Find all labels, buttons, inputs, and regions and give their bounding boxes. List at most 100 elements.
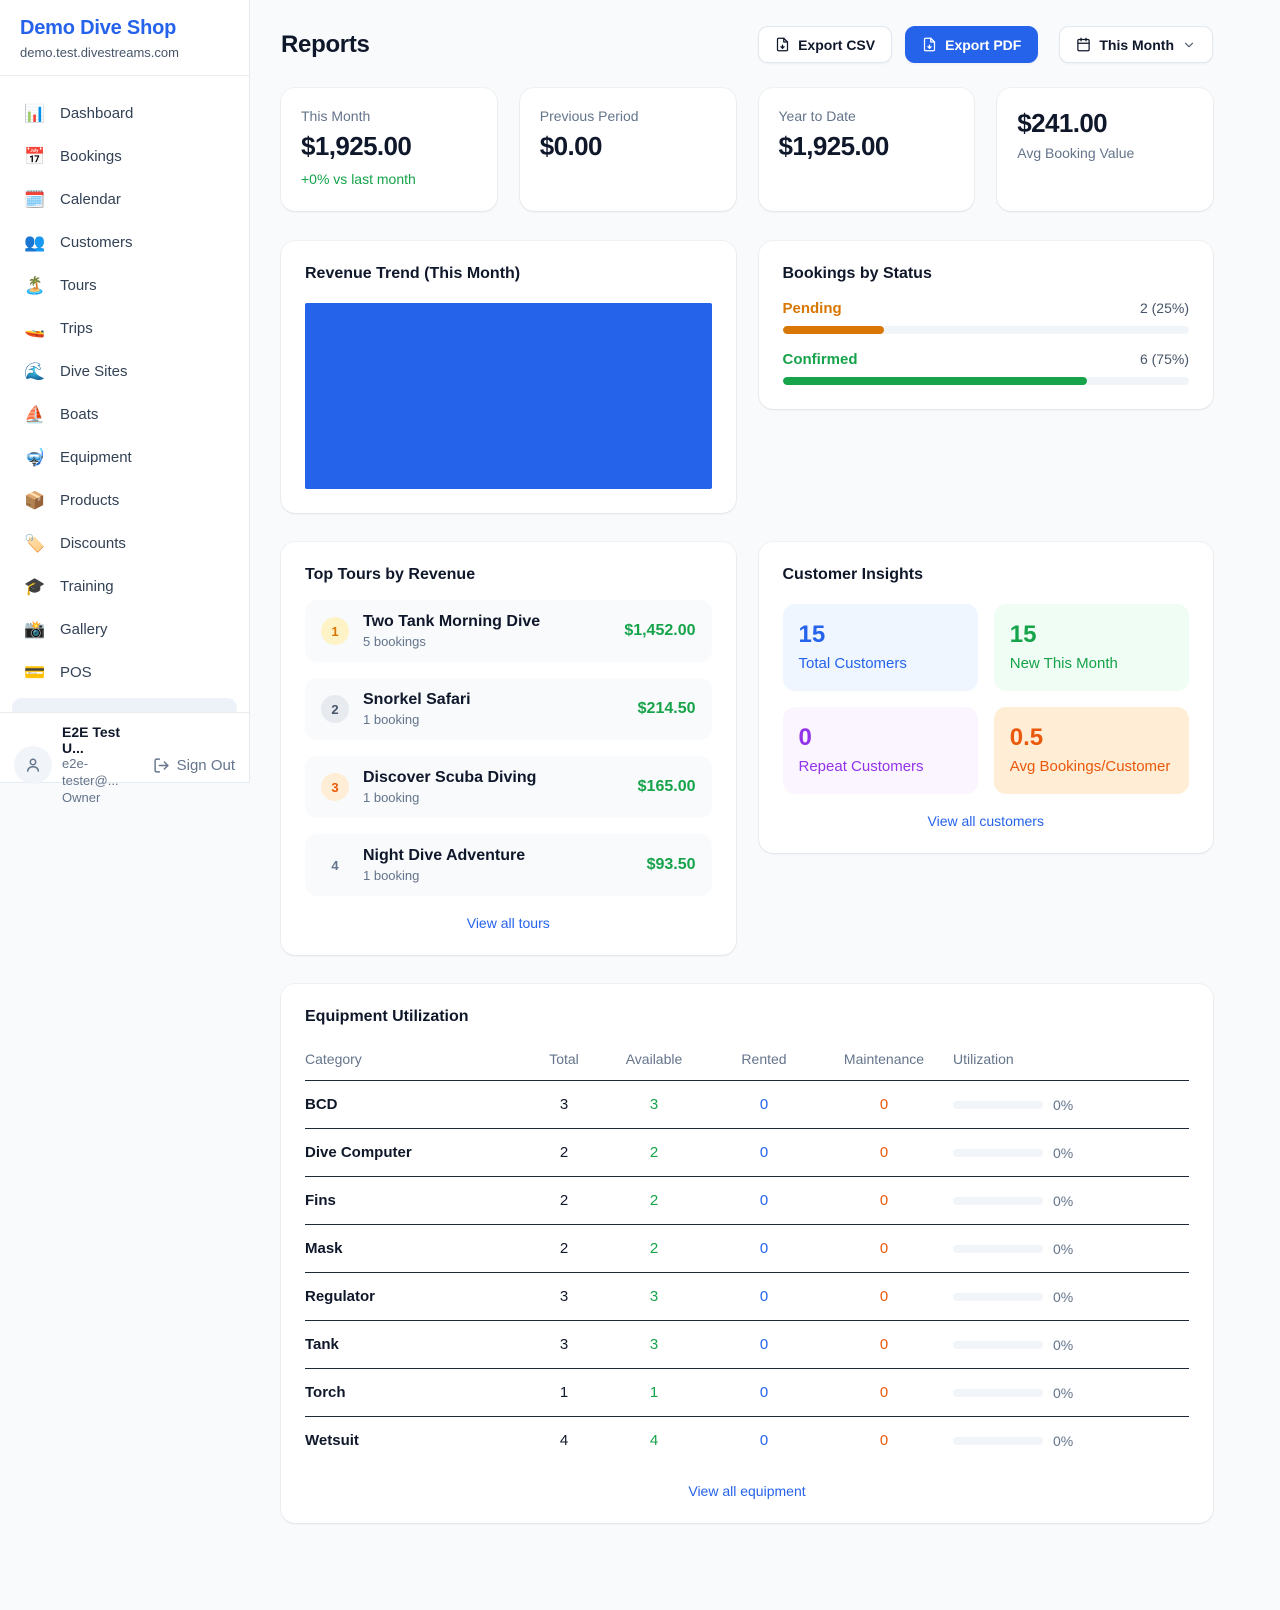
graduation-cap-icon: 🎓 bbox=[24, 577, 46, 597]
sidebar-item-reports-partial[interactable] bbox=[12, 698, 237, 712]
sidebar-item-label: Calendar bbox=[60, 191, 121, 208]
equipment-total: 3 bbox=[529, 1321, 599, 1369]
utilization-cell: 0% bbox=[949, 1385, 1189, 1401]
utilization-percent: 0% bbox=[1053, 1193, 1073, 1209]
progress-track bbox=[783, 377, 1190, 385]
sailboat-icon: ⛵ bbox=[24, 405, 46, 425]
tag-icon: 🏷️ bbox=[24, 534, 46, 554]
header-actions: Export CSV Export PDF This Month bbox=[758, 26, 1213, 63]
sidebar-item-gallery[interactable]: 📸 Gallery bbox=[0, 608, 249, 651]
sidebar-item-boats[interactable]: ⛵ Boats bbox=[0, 393, 249, 436]
calendar-icon: 🗓️ bbox=[24, 190, 46, 210]
sidebar-item-training[interactable]: 🎓 Training bbox=[0, 565, 249, 608]
user-email: e2e-tester@... bbox=[62, 756, 143, 790]
stat-label: Avg Booking Value bbox=[1017, 145, 1193, 161]
tile-value: 15 bbox=[1010, 621, 1173, 649]
sidebar-item-dive-sites[interactable]: 🌊 Dive Sites bbox=[0, 350, 249, 393]
sidebar-item-pos[interactable]: 💳 POS bbox=[0, 651, 249, 694]
top-tours-card: Top Tours by Revenue 1 Two Tank Morning … bbox=[281, 542, 736, 955]
tour-bookings: 1 booking bbox=[363, 868, 525, 883]
sidebar-item-bookings[interactable]: 📅 Bookings bbox=[0, 135, 249, 178]
equipment-rented: 0 bbox=[709, 1177, 819, 1225]
equipment-available: 3 bbox=[599, 1081, 709, 1129]
tile-total-customers: 15 Total Customers bbox=[783, 604, 978, 691]
export-pdf-button[interactable]: Export PDF bbox=[905, 26, 1038, 63]
utilization-percent: 0% bbox=[1053, 1097, 1073, 1113]
utilization-cell: 0% bbox=[949, 1193, 1189, 1209]
file-download-icon bbox=[922, 37, 937, 52]
equipment-available: 3 bbox=[599, 1321, 709, 1369]
equipment-available: 2 bbox=[599, 1129, 709, 1177]
equipment-category: Fins bbox=[305, 1177, 529, 1225]
view-all-tours-link[interactable]: View all tours bbox=[305, 915, 712, 931]
equipment-available: 2 bbox=[599, 1177, 709, 1225]
sidebar-item-label: Trips bbox=[60, 320, 93, 337]
charts-row: Revenue Trend (This Month) Bookings by S… bbox=[281, 241, 1213, 513]
sidebar-item-label: Dive Sites bbox=[60, 363, 128, 380]
equipment-category: BCD bbox=[305, 1081, 529, 1129]
view-all-customers-link[interactable]: View all customers bbox=[783, 813, 1190, 829]
status-label: Confirmed bbox=[783, 351, 858, 368]
utilization-cell: 0% bbox=[949, 1097, 1189, 1113]
col-maintenance: Maintenance bbox=[819, 1039, 949, 1081]
sign-out-button[interactable]: Sign Out bbox=[153, 757, 235, 774]
tour-name: Two Tank Morning Dive bbox=[363, 613, 540, 631]
sidebar-item-customers[interactable]: 👥 Customers bbox=[0, 221, 249, 264]
dashboard-icon: 📊 bbox=[24, 104, 46, 124]
tile-repeat-customers: 0 Repeat Customers bbox=[783, 707, 978, 794]
equipment-available: 3 bbox=[599, 1273, 709, 1321]
sidebar-item-label: Equipment bbox=[60, 449, 132, 466]
tour-row[interactable]: 2 Snorkel Safari 1 booking $214.50 bbox=[305, 678, 712, 740]
tour-name: Discover Scuba Diving bbox=[363, 769, 536, 787]
equipment-maintenance: 0 bbox=[819, 1081, 949, 1129]
progress-fill bbox=[783, 377, 1088, 385]
user-name: E2E Test U... bbox=[62, 724, 143, 756]
rank-badge: 3 bbox=[321, 773, 349, 801]
sidebar-item-calendar[interactable]: 🗓️ Calendar bbox=[0, 178, 249, 221]
equipment-table: Category Total Available Rented Maintena… bbox=[305, 1039, 1189, 1464]
tour-row[interactable]: 3 Discover Scuba Diving 1 booking $165.0… bbox=[305, 756, 712, 818]
period-selector[interactable]: This Month bbox=[1059, 26, 1213, 63]
sidebar-item-equipment[interactable]: 🤿 Equipment bbox=[0, 436, 249, 479]
tour-bookings: 5 bookings bbox=[363, 634, 540, 649]
tour-name: Night Dive Adventure bbox=[363, 847, 525, 865]
equipment-rented: 0 bbox=[709, 1273, 819, 1321]
tile-value: 0 bbox=[799, 724, 962, 752]
insight-tiles: 15 Total Customers 15 New This Month 0 R… bbox=[783, 604, 1190, 794]
equipment-category: Dive Computer bbox=[305, 1129, 529, 1177]
table-row: Regulator 3 3 0 0 0% bbox=[305, 1273, 1189, 1321]
utilization-bar bbox=[953, 1293, 1043, 1301]
sidebar-item-label: Boats bbox=[60, 406, 98, 423]
tour-row[interactable]: 4 Night Dive Adventure 1 booking $93.50 bbox=[305, 834, 712, 896]
view-all-equipment-link[interactable]: View all equipment bbox=[305, 1483, 1189, 1499]
progress-track bbox=[783, 326, 1190, 334]
export-pdf-label: Export PDF bbox=[945, 37, 1021, 53]
sidebar-item-label: Discounts bbox=[60, 535, 126, 552]
user-meta: E2E Test U... e2e-tester@... Owner bbox=[62, 724, 143, 807]
table-row: Dive Computer 2 2 0 0 0% bbox=[305, 1129, 1189, 1177]
tile-value: 15 bbox=[799, 621, 962, 649]
utilization-percent: 0% bbox=[1053, 1433, 1073, 1449]
tile-value: 0.5 bbox=[1010, 724, 1173, 752]
equipment-total: 2 bbox=[529, 1177, 599, 1225]
utilization-cell: 0% bbox=[949, 1241, 1189, 1257]
export-csv-button[interactable]: Export CSV bbox=[758, 26, 892, 63]
stat-value: $1,925.00 bbox=[779, 131, 955, 162]
sidebar-nav: 📊 Dashboard 📅 Bookings 🗓️ Calendar 👥 Cus… bbox=[0, 76, 249, 712]
sidebar-item-products[interactable]: 📦 Products bbox=[0, 479, 249, 522]
stat-value: $0.00 bbox=[540, 131, 716, 162]
utilization-cell: 0% bbox=[949, 1433, 1189, 1449]
sidebar-item-tours[interactable]: 🏝️ Tours bbox=[0, 264, 249, 307]
tour-row[interactable]: 1 Two Tank Morning Dive 5 bookings $1,45… bbox=[305, 600, 712, 662]
sidebar-item-dashboard[interactable]: 📊 Dashboard bbox=[0, 92, 249, 135]
chevron-down-icon bbox=[1182, 38, 1196, 52]
col-category: Category bbox=[305, 1039, 529, 1081]
sidebar-item-trips[interactable]: 🚤 Trips bbox=[0, 307, 249, 350]
sidebar-item-discounts[interactable]: 🏷️ Discounts bbox=[0, 522, 249, 565]
credit-card-icon: 💳 bbox=[24, 663, 46, 683]
equipment-maintenance: 0 bbox=[819, 1417, 949, 1465]
utilization-bar bbox=[953, 1197, 1043, 1205]
equipment-maintenance: 0 bbox=[819, 1273, 949, 1321]
table-row: Tank 3 3 0 0 0% bbox=[305, 1321, 1189, 1369]
equipment-maintenance: 0 bbox=[819, 1369, 949, 1417]
